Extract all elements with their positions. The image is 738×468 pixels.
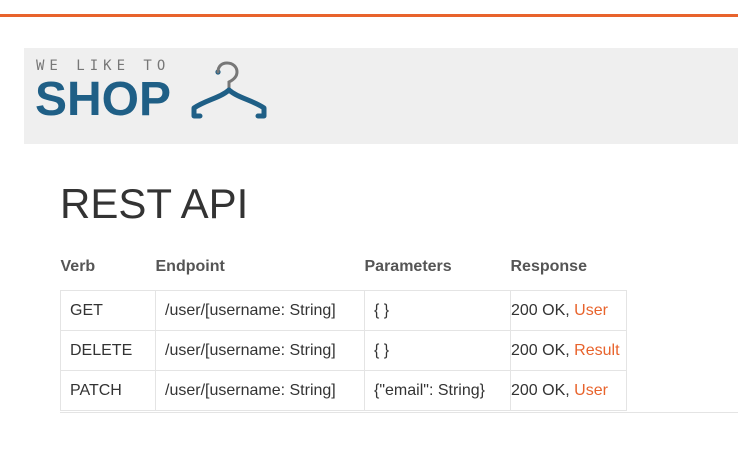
endpoint-cell: /user/[username: String]: [155, 290, 365, 331]
parameters-cell: {"email": String}: [364, 370, 511, 411]
verb-cell: GET: [60, 290, 156, 331]
hanger-icon: [191, 61, 267, 119]
response-status: 200 OK,: [511, 381, 575, 399]
verb-cell: PATCH: [60, 370, 156, 411]
table-bottom-divider: [60, 412, 738, 413]
table-row: DELETE /user/[username: String] { } 200 …: [60, 330, 627, 371]
logo-wordmark: SHOP: [35, 73, 172, 126]
table-row: PATCH /user/[username: String] {"email":…: [60, 370, 627, 411]
site-logo[interactable]: WE LIKE TO SHOP: [35, 58, 276, 126]
logo-tagline: WE LIKE TO: [36, 58, 171, 74]
response-cell: 200 OK, User: [510, 370, 627, 411]
top-accent-rule: [0, 14, 738, 17]
response-status: 200 OK,: [511, 341, 575, 359]
verb-cell: DELETE: [60, 330, 156, 371]
endpoint-cell: /user/[username: String]: [155, 330, 365, 371]
endpoint-cell: /user/[username: String]: [155, 370, 365, 411]
response-type-link[interactable]: Result: [574, 342, 619, 359]
column-header-response: Response: [510, 258, 587, 275]
api-endpoints-table: Verb Endpoint Parameters Response GET /u…: [60, 258, 627, 411]
column-header-parameters: Parameters: [364, 258, 452, 275]
column-header-verb: Verb: [60, 258, 96, 275]
column-header-endpoint: Endpoint: [155, 258, 225, 275]
response-status: 200 OK,: [511, 301, 575, 319]
response-cell: 200 OK, User: [510, 290, 627, 331]
response-type-link[interactable]: User: [574, 302, 608, 319]
response-type-link[interactable]: User: [574, 382, 608, 399]
table-row: GET /user/[username: String] { } 200 OK,…: [60, 290, 627, 331]
parameters-cell: { }: [364, 330, 511, 371]
page-title: REST API: [60, 180, 249, 227]
parameters-cell: { }: [364, 290, 511, 331]
response-cell: 200 OK, Result: [510, 330, 627, 371]
table-header-row: Verb Endpoint Parameters Response: [61, 258, 627, 282]
